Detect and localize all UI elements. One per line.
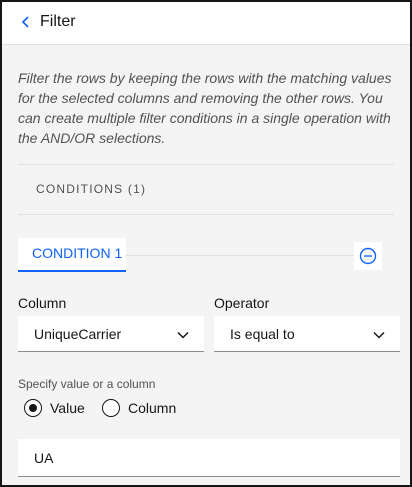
remove-condition-button[interactable] [354,242,382,270]
chevron-left-icon [21,16,29,28]
radio-value[interactable]: Value [24,398,85,418]
back-button[interactable] [16,12,36,32]
operator-label: Operator [214,295,270,311]
chevron-down-icon [177,331,189,339]
radio-column-label: Column [128,400,177,416]
filter-description: Filter the rows by keeping the rows with… [18,70,392,146]
conditions-section-label: CONDITIONS (1) [36,182,147,196]
condition-tab-rule [126,255,358,256]
column-select-value: UniqueCarrier [34,326,122,342]
section-divider [18,164,394,165]
radio-column-circle[interactable] [102,399,120,417]
filter-panel: Filter Filter the rows by keeping the ro… [0,0,412,487]
value-input[interactable] [18,439,400,477]
operator-select-value: Is equal to [230,326,295,342]
radio-selected-dot [29,404,37,412]
radio-column[interactable]: Column [102,398,176,418]
operator-select[interactable]: Is equal to [214,316,400,352]
value-source-label: Specify value or a column [18,377,156,391]
panel-header: Filter [2,2,410,45]
chevron-down-icon [373,331,385,339]
section-divider [18,214,394,215]
column-select[interactable]: UniqueCarrier [18,316,204,352]
column-label: Column [18,295,67,311]
minus-circle-icon [359,247,377,265]
panel-title: Filter [40,13,76,30]
radio-value-label: Value [50,400,85,416]
radio-value-circle[interactable] [24,399,42,417]
tab-condition-1[interactable]: CONDITION 1 [18,238,126,272]
tab-condition-1-label: CONDITION 1 [32,245,123,261]
